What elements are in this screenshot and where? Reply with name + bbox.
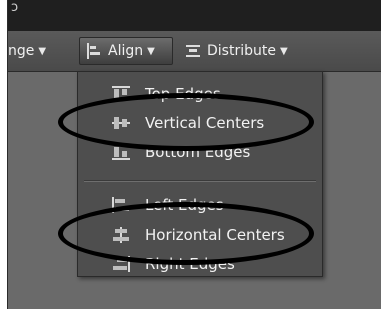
menu-item-label: Vertical Centers [145,114,265,132]
align-menu: Top Edges Vertical Centers Bottom Edges [77,71,323,277]
chevron-down-icon: ▼ [279,45,288,57]
menu-item-label: Horizontal Centers [145,226,285,244]
chevron-down-icon: ▼ [147,45,155,57]
arrange-label: nge [8,43,35,59]
menu-item-label: Right Edges [145,255,235,273]
menu-item-vertical-centers[interactable]: Vertical Centers [78,109,322,137]
chevron-down-icon: ▼ [38,45,47,57]
menu-item-left-edges[interactable]: Left Edges [78,191,322,219]
align-dropdown[interactable]: Align ▼ [79,37,173,65]
distribute-label: Distribute [207,43,276,59]
app-window: ɔ nge ▼ Align ▼ Distribute ▼ Top Edges V… [7,0,381,309]
menu-item-right-edges[interactable]: Right Edges [78,250,322,278]
menu-item-label: Left Edges [145,196,224,214]
menu-item-bottom-edges[interactable]: Bottom Edges [78,138,322,166]
menu-item-top-edges[interactable]: Top Edges [78,80,322,108]
toolbar: nge ▼ Align ▼ Distribute ▼ [8,31,381,72]
distribute-icon [186,45,200,57]
align-icon [87,43,100,59]
align-right-edges-icon [113,256,130,272]
align-vertical-centers-icon [112,117,130,129]
title-bar-glyph: ɔ [11,0,19,15]
arrange-dropdown[interactable]: nge ▼ [8,37,69,65]
menu-item-label: Bottom Edges [145,143,251,161]
align-horizontal-centers-icon [113,227,129,243]
menu-divider [84,180,316,182]
menu-item-label: Top Edges [145,85,221,103]
distribute-dropdown[interactable]: Distribute ▼ [179,37,309,65]
align-label: Align [108,43,144,59]
align-bottom-edges-icon [112,147,130,160]
title-bar: ɔ [8,0,381,31]
align-left-edges-icon [112,197,129,213]
align-top-edges-icon [112,86,130,98]
menu-item-horizontal-centers[interactable]: Horizontal Centers [78,221,322,249]
